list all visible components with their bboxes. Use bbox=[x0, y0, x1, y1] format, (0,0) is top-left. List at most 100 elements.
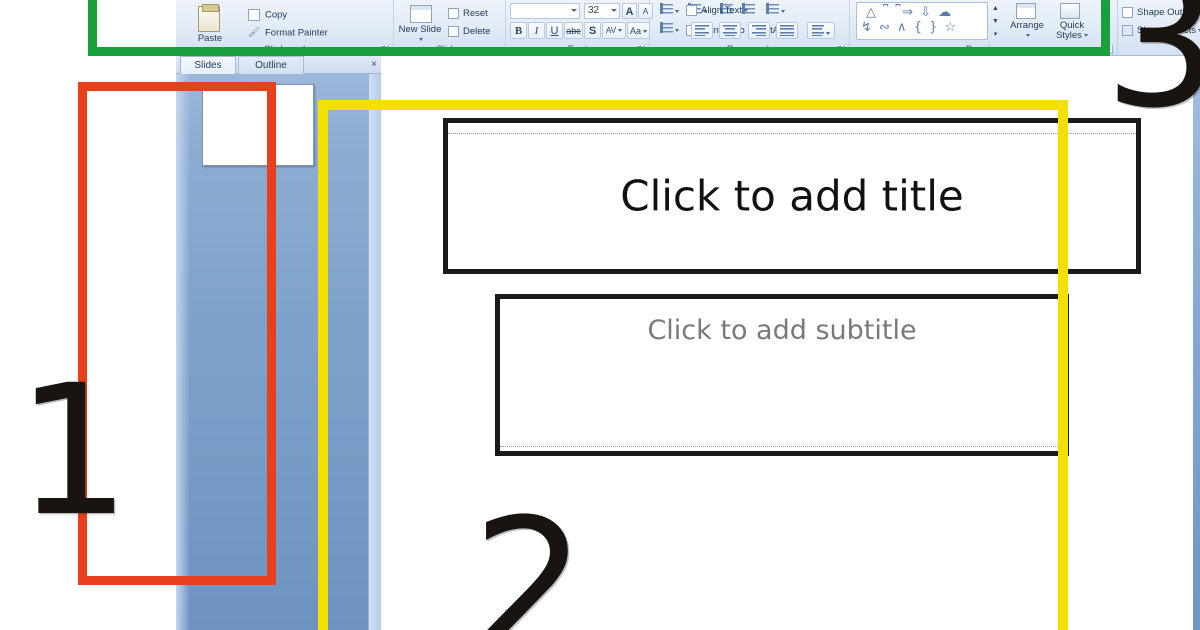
chevron-down-icon[interactable] bbox=[780, 9, 785, 13]
italic-icon: I bbox=[534, 25, 539, 37]
drawing-group-label: Drawing bbox=[965, 44, 1002, 55]
slides-group-label: Slides bbox=[436, 44, 463, 55]
bold-button[interactable]: B bbox=[510, 22, 527, 39]
subtitle-placeholder[interactable]: Click to add subtitle bbox=[495, 294, 1069, 456]
quick-styles-icon[interactable] bbox=[1060, 3, 1080, 19]
align-right-button[interactable] bbox=[747, 22, 770, 39]
shapes-gallery-icon: △ ⎴ ⎴​⇒ ⇩ ☁ ↯ ∾ ∧ { } ☆ bbox=[861, 5, 958, 35]
clipboard-paste-icon[interactable] bbox=[198, 4, 220, 32]
columns-button[interactable] bbox=[806, 22, 835, 39]
bullets-button[interactable] bbox=[656, 2, 682, 19]
text-shadow-button[interactable]: S bbox=[584, 22, 601, 39]
ribbon-group-drawing: △ ⎴ ⎴​⇒ ⇩ ☁ ↯ ∾ ∧ { } ☆ ▲ ▼ ▾ Arrange Qui… bbox=[850, 0, 1118, 55]
align-text-label: Align Text bbox=[701, 5, 743, 17]
columns-icon bbox=[811, 25, 824, 36]
reset-icon bbox=[448, 8, 459, 19]
align-text-button[interactable]: Align Text bbox=[686, 5, 749, 17]
shapes-scroll-down[interactable]: ▼ bbox=[990, 15, 1001, 27]
font-size-value: 32 bbox=[588, 5, 600, 16]
underline-button[interactable]: U bbox=[546, 22, 563, 39]
chevron-down-icon[interactable] bbox=[618, 29, 623, 33]
align-center-button[interactable] bbox=[719, 22, 742, 39]
arrange-button[interactable]: Arrange bbox=[1004, 21, 1050, 41]
chevron-down-icon[interactable] bbox=[1083, 33, 1088, 37]
chevron-down-icon[interactable] bbox=[674, 28, 679, 32]
italic-button[interactable]: I bbox=[528, 22, 545, 39]
chevron-down-icon[interactable] bbox=[674, 9, 679, 13]
font-name-combo[interactable] bbox=[510, 3, 580, 19]
ribbon-group-slides: New Slide Reset Delete Slides bbox=[394, 0, 506, 55]
font-dialog-launcher-icon[interactable] bbox=[636, 45, 645, 54]
underline-icon: U bbox=[550, 25, 559, 37]
clipboard-dialog-launcher-icon[interactable] bbox=[380, 45, 389, 54]
chevron-down-icon[interactable] bbox=[1026, 33, 1030, 37]
paragraph-dialog-launcher-icon[interactable] bbox=[836, 45, 845, 54]
line-spacing-icon bbox=[765, 3, 779, 14]
change-case-button[interactable]: Aa bbox=[627, 22, 650, 39]
annotation-numeral-2: 2 bbox=[472, 481, 587, 630]
change-case-icon: Aa bbox=[629, 26, 641, 36]
font-group-label: Font bbox=[567, 44, 588, 55]
copy-label: Copy bbox=[265, 9, 288, 21]
title-placeholder-guide bbox=[448, 133, 1136, 134]
chevron-down-icon[interactable] bbox=[611, 9, 617, 12]
chevron-down-icon[interactable] bbox=[744, 9, 749, 12]
new-slide-button[interactable]: New Slide bbox=[396, 25, 444, 45]
format-painter-icon: 🖌 bbox=[248, 27, 261, 38]
align-right-icon bbox=[751, 25, 766, 36]
ribbon-group-clipboard: Paste Copy 🖌 Format Painter Clipboard bbox=[176, 0, 394, 55]
copy-icon bbox=[248, 9, 260, 21]
chevron-down-icon[interactable] bbox=[419, 37, 423, 41]
copy-button[interactable]: Copy bbox=[248, 9, 287, 21]
annotation-numeral-1: 1 bbox=[16, 347, 131, 556]
grow-font-button[interactable]: A bbox=[622, 3, 637, 19]
strikethrough-button[interactable]: abc bbox=[564, 22, 583, 39]
justify-button[interactable] bbox=[776, 22, 799, 39]
shrink-font-icon: A bbox=[642, 7, 649, 16]
arrange-icon[interactable] bbox=[1016, 3, 1036, 19]
align-left-button[interactable] bbox=[691, 22, 713, 39]
powerpoint-window: Paste Copy 🖌 Format Painter Clipboard New… bbox=[88, 0, 1200, 630]
font-size-combo[interactable]: 32 bbox=[584, 3, 620, 19]
align-center-icon bbox=[723, 25, 738, 36]
tab-outline[interactable]: Outline bbox=[238, 56, 304, 74]
delete-button[interactable]: Delete bbox=[448, 26, 490, 37]
character-spacing-button[interactable]: AV bbox=[602, 22, 626, 39]
text-direction-button[interactable] bbox=[656, 21, 682, 38]
tab-slides[interactable]: Slides bbox=[180, 56, 236, 74]
ribbon: Paste Copy 🖌 Format Painter Clipboard New… bbox=[176, 0, 1200, 56]
chevron-down-icon[interactable] bbox=[643, 30, 647, 34]
paste-label: Paste bbox=[197, 33, 223, 44]
text-direction-icon bbox=[659, 22, 673, 33]
reset-button[interactable]: Reset bbox=[448, 8, 488, 19]
format-painter-label: Format Painter bbox=[265, 27, 328, 39]
tab-outline-label: Outline bbox=[255, 60, 287, 71]
close-icon: × bbox=[371, 59, 377, 70]
quick-styles-button[interactable]: Quick Styles bbox=[1052, 21, 1092, 41]
ribbon-group-font: 32 A A B I U abc S AV Aa Font bbox=[506, 0, 653, 55]
align-left-icon bbox=[695, 25, 709, 36]
chevron-down-icon[interactable] bbox=[571, 9, 577, 12]
chevron-down-icon[interactable] bbox=[825, 31, 830, 35]
shapes-gallery[interactable]: △ ⎴ ⎴​⇒ ⇩ ☁ ↯ ∾ ∧ { } ☆ bbox=[856, 2, 988, 40]
format-painter-button[interactable]: 🖌 Format Painter bbox=[248, 27, 328, 39]
bold-icon: B bbox=[514, 25, 523, 37]
shapes-more[interactable]: ▾ bbox=[990, 28, 1001, 40]
slides-panel-scrollbar[interactable] bbox=[368, 74, 380, 630]
new-slide-label: New Slide bbox=[398, 24, 442, 35]
subtitle-placeholder-text: Click to add subtitle bbox=[647, 315, 917, 346]
justify-icon bbox=[780, 25, 795, 36]
reset-label: Reset bbox=[463, 8, 488, 20]
paragraph-align-row bbox=[691, 22, 835, 41]
slides-panel[interactable]: 1 bbox=[176, 74, 381, 630]
paragraph-group-label: Paragraph bbox=[726, 44, 773, 55]
new-slide-icon[interactable] bbox=[410, 5, 432, 23]
annotation-numeral-3: 3 bbox=[1104, 0, 1200, 148]
title-placeholder[interactable]: Click to add title bbox=[443, 118, 1141, 274]
shapes-scroll-up[interactable]: ▲ bbox=[990, 2, 1001, 14]
subtitle-placeholder-guide bbox=[500, 446, 1064, 447]
panel-tabs: Slides Outline × bbox=[176, 56, 381, 74]
line-spacing-button[interactable] bbox=[762, 2, 788, 19]
close-panel-button[interactable]: × bbox=[371, 58, 377, 72]
slide-thumbnail-1[interactable] bbox=[202, 84, 314, 166]
